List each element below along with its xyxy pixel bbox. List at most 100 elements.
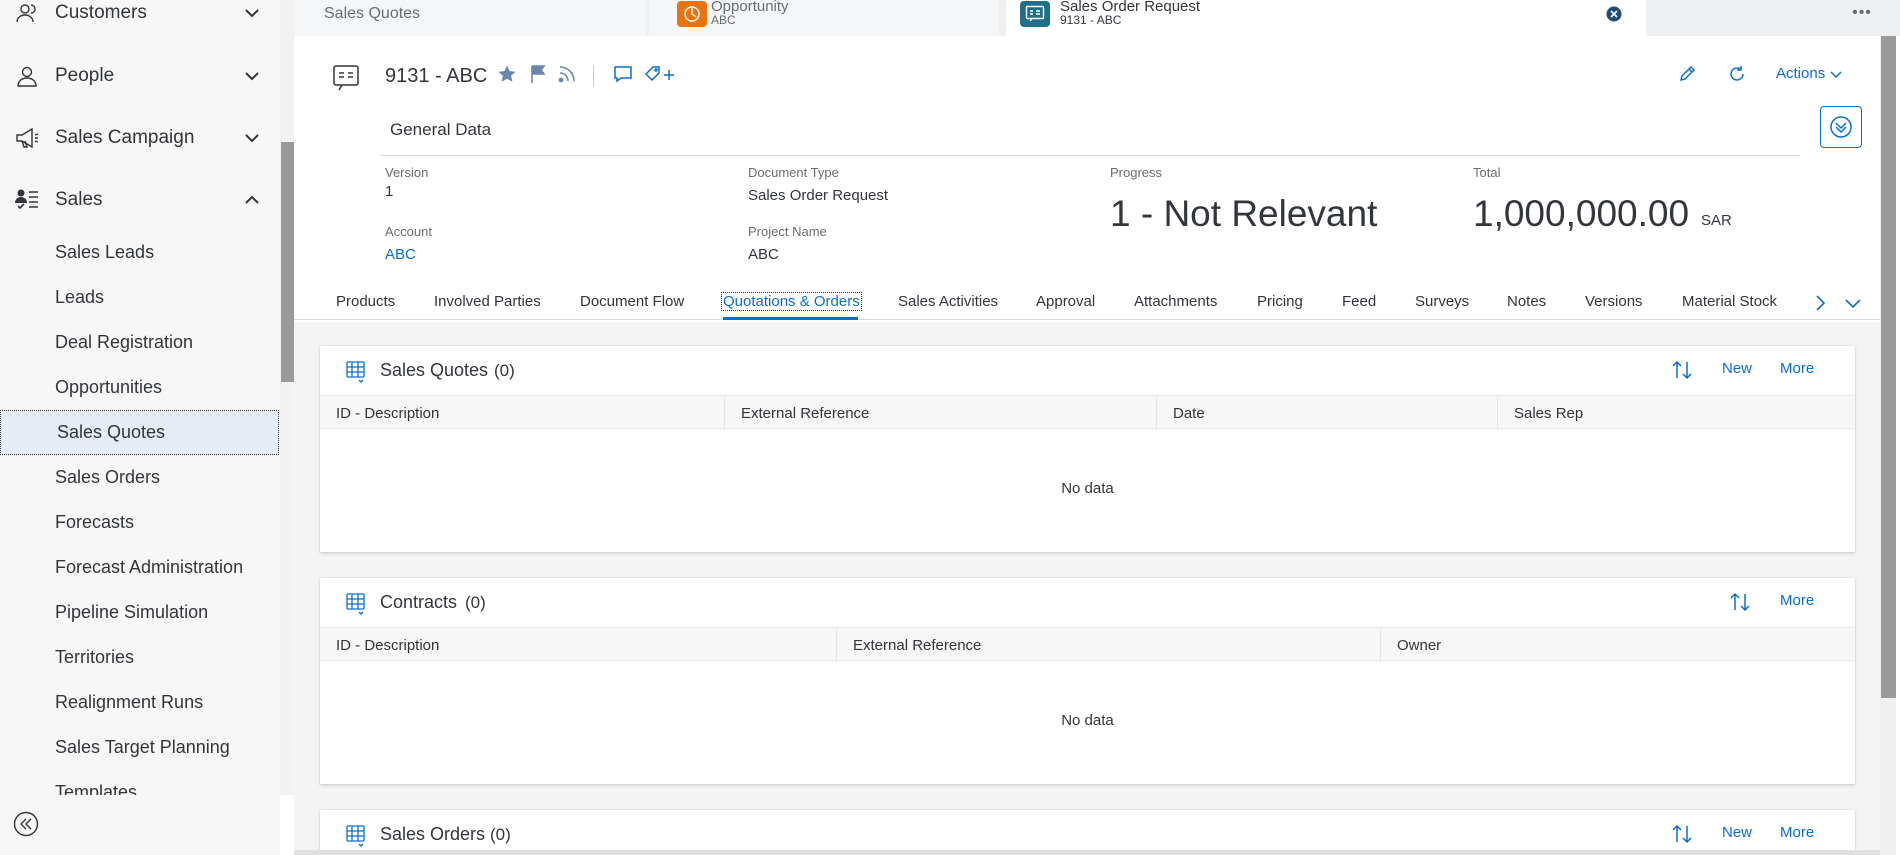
account-link[interactable]: ABC (385, 246, 416, 263)
panel-title: Sales Quotes (380, 360, 489, 380)
sidebar-item-opportunities[interactable]: Opportunities (0, 365, 280, 410)
sidebar-item-sales-leads[interactable]: Sales Leads (0, 230, 280, 275)
feed-icon[interactable] (556, 63, 578, 85)
chevron-right-icon[interactable] (1810, 293, 1830, 313)
tab-pricing[interactable]: Pricing (1257, 293, 1303, 310)
tab-approval[interactable]: Approval (1036, 293, 1095, 310)
account-label: Account (385, 224, 432, 239)
tab-document-flow[interactable]: Document Flow (580, 293, 684, 310)
close-icon[interactable] (1606, 6, 1622, 22)
tab-sales-order-request[interactable]: Sales Order Request 9131 - ABC (1006, 0, 1646, 36)
sidebar-scrollbar-thumb[interactable] (281, 142, 294, 382)
document-type-value: Sales Order Request (748, 187, 889, 204)
sidebar-item-leads[interactable]: Leads (0, 275, 280, 320)
double-chevron-down-icon (1830, 116, 1852, 138)
more-button[interactable]: More (1780, 360, 1814, 377)
version-value: 1 (385, 183, 394, 200)
tab-surveys[interactable]: Surveys (1415, 293, 1469, 310)
add-tag-icon[interactable] (643, 63, 679, 85)
nav-group-sales-campaign[interactable]: Sales Campaign (0, 112, 280, 164)
tab-feed[interactable]: Feed (1342, 293, 1376, 310)
comment-icon[interactable] (612, 63, 634, 85)
more-button[interactable]: More (1780, 824, 1814, 841)
tab-versions[interactable]: Versions (1585, 293, 1643, 310)
tab-products[interactable]: Products (336, 293, 395, 310)
chevron-down-icon[interactable] (243, 4, 261, 22)
tab-attachments[interactable]: Attachments (1134, 293, 1217, 310)
tab-opportunity[interactable]: Opportunity ABC (649, 0, 1331, 36)
sort-icon[interactable] (1728, 590, 1752, 614)
sidebar-item-forecast-administration[interactable]: Forecast Administration (0, 545, 280, 590)
contracts-panel: Contracts (0) More ID - Description Exte… (320, 578, 1855, 784)
table-icon[interactable] (344, 359, 368, 383)
tab-overflow-button[interactable]: ••• (1848, 4, 1876, 24)
tab-quotations-orders[interactable]: Quotations & Orders (721, 292, 862, 311)
nav-group-customers[interactable]: Customers (0, 0, 280, 39)
active-tab-indicator (723, 317, 858, 320)
chevron-down-icon[interactable] (1843, 293, 1863, 313)
column-header[interactable]: Date (1156, 396, 1497, 430)
nav-group-label: People (55, 65, 115, 86)
refresh-icon[interactable] (1726, 63, 1748, 85)
total-currency: SAR (1701, 212, 1732, 229)
nav-group-sales[interactable]: Sales (0, 174, 280, 226)
column-header[interactable]: ID - Description (320, 628, 836, 662)
nav-group-label: Customers (55, 2, 147, 23)
sidebar-item-sales-target-planning[interactable]: Sales Target Planning (0, 725, 280, 770)
tab-material-stock[interactable]: Material Stock (1682, 293, 1777, 310)
chevron-down-icon[interactable] (243, 67, 261, 85)
star-icon[interactable] (496, 63, 518, 85)
person-icon (14, 63, 40, 89)
table-icon[interactable] (344, 823, 368, 847)
sales-quotes-panel: Sales Quotes (0) New More ID - Descripti… (320, 346, 1855, 552)
column-header[interactable]: External Reference (724, 396, 1156, 430)
table-icon[interactable] (344, 591, 368, 615)
actions-button[interactable]: Actions (1776, 65, 1843, 82)
progress-label: Progress (1110, 165, 1163, 180)
new-button[interactable]: New (1722, 360, 1752, 377)
sidebar-item-forecasts[interactable]: Forecasts (0, 500, 280, 545)
sidebar-item-pipeline-simulation[interactable]: Pipeline Simulation (0, 590, 280, 635)
main-scrollbar-thumb[interactable] (1881, 36, 1896, 698)
chevron-down-icon (1830, 70, 1842, 78)
tab-sales-quotes[interactable]: Sales Quotes (294, 0, 646, 36)
nav-group-people[interactable]: People (0, 50, 280, 102)
sort-icon[interactable] (1670, 358, 1694, 382)
sidebar-item-sales-orders[interactable]: Sales Orders (0, 455, 280, 500)
more-button[interactable]: More (1780, 592, 1814, 609)
new-button[interactable]: New (1722, 824, 1752, 841)
sidebar-scrollbar-track[interactable] (280, 0, 294, 795)
column-header[interactable]: Owner (1380, 628, 1855, 662)
panel-title: Contracts (380, 592, 458, 612)
sidebar-item-territories[interactable]: Territories (0, 635, 280, 680)
expand-header-button[interactable] (1820, 106, 1862, 148)
opportunity-icon (677, 1, 707, 27)
sales-orders-panel: Sales Orders (0) New More (320, 810, 1855, 855)
sidebar-item-deal-registration[interactable]: Deal Registration (0, 320, 280, 365)
chevron-up-icon[interactable] (243, 191, 261, 209)
tab-involved-parties[interactable]: Involved Parties (434, 293, 541, 310)
sidebar-item-sales-quotes[interactable]: Sales Quotes (0, 410, 279, 455)
page-title: 9131 - ABC (385, 65, 488, 87)
tab-sales-activities[interactable]: Sales Activities (898, 293, 998, 310)
progress-value: 1 - Not Relevant (1110, 193, 1378, 234)
section-tab-bar: Products Involved Parties Document Flow … (294, 290, 1880, 320)
column-header[interactable]: Sales Rep (1497, 396, 1855, 430)
document-tab-bar: Sales Quotes Opportunity ABC Sales Order… (294, 0, 1900, 36)
sidebar-footer (0, 795, 280, 855)
sidebar-item-realignment-runs[interactable]: Realignment Runs (0, 680, 280, 725)
tab-notes[interactable]: Notes (1507, 293, 1546, 310)
empty-state: No data (1061, 712, 1114, 729)
sidebar: Customers People Sales Campaign Sales Sa… (0, 0, 280, 855)
chevron-down-icon[interactable] (243, 129, 261, 147)
column-header[interactable]: External Reference (836, 628, 1380, 662)
sales-order-icon (333, 65, 359, 91)
column-header[interactable]: ID - Description (320, 396, 724, 430)
flag-icon[interactable] (527, 63, 549, 85)
sort-icon[interactable] (1670, 822, 1694, 846)
total-label: Total (1473, 165, 1501, 180)
general-data-title: General Data (390, 120, 492, 139)
collapse-sidebar-icon[interactable] (13, 811, 39, 837)
edit-icon[interactable] (1676, 63, 1698, 85)
panel-count: (0) (494, 361, 515, 380)
